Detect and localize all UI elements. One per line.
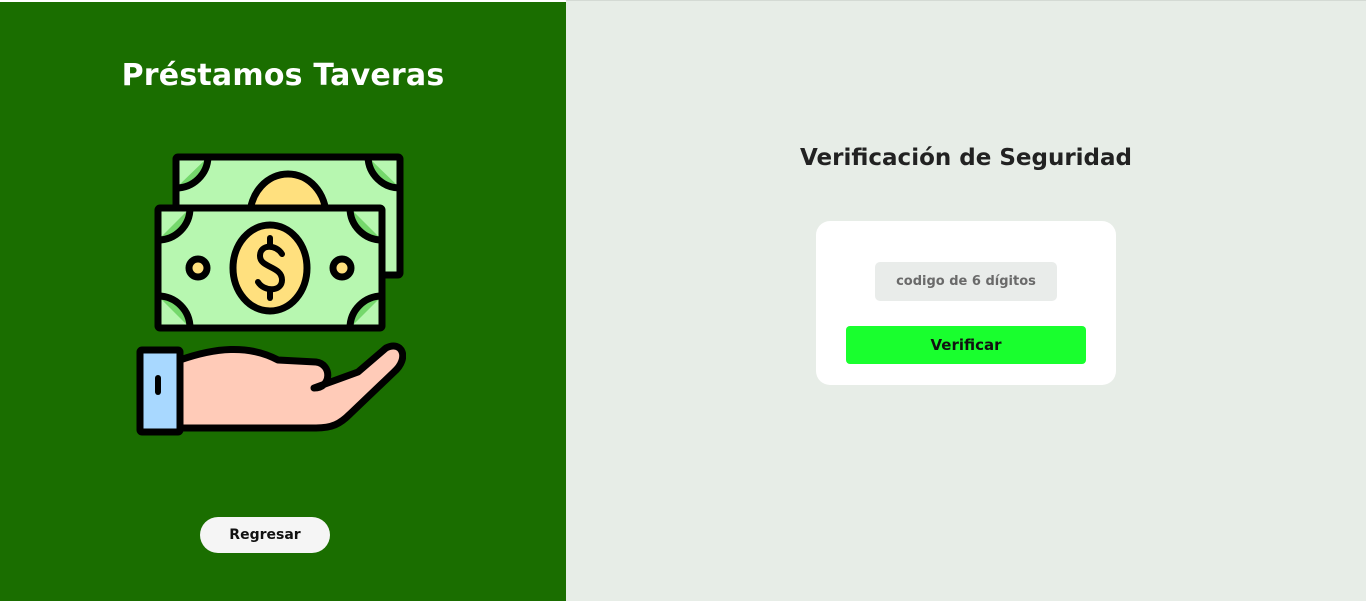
- verification-card: Verificar: [816, 221, 1116, 385]
- page-title: Verificación de Seguridad: [799, 145, 1133, 171]
- verification-code-input[interactable]: [875, 262, 1057, 301]
- brand-title: Préstamos Taveras: [121, 58, 445, 93]
- brand-panel: Préstamos Taveras Regresar: [0, 2, 566, 601]
- back-button[interactable]: Regresar: [200, 517, 330, 553]
- verification-panel: Verificación de Seguridad Verificar: [566, 0, 1366, 601]
- money-hand-icon: [136, 153, 406, 436]
- verify-button[interactable]: Verificar: [846, 326, 1086, 364]
